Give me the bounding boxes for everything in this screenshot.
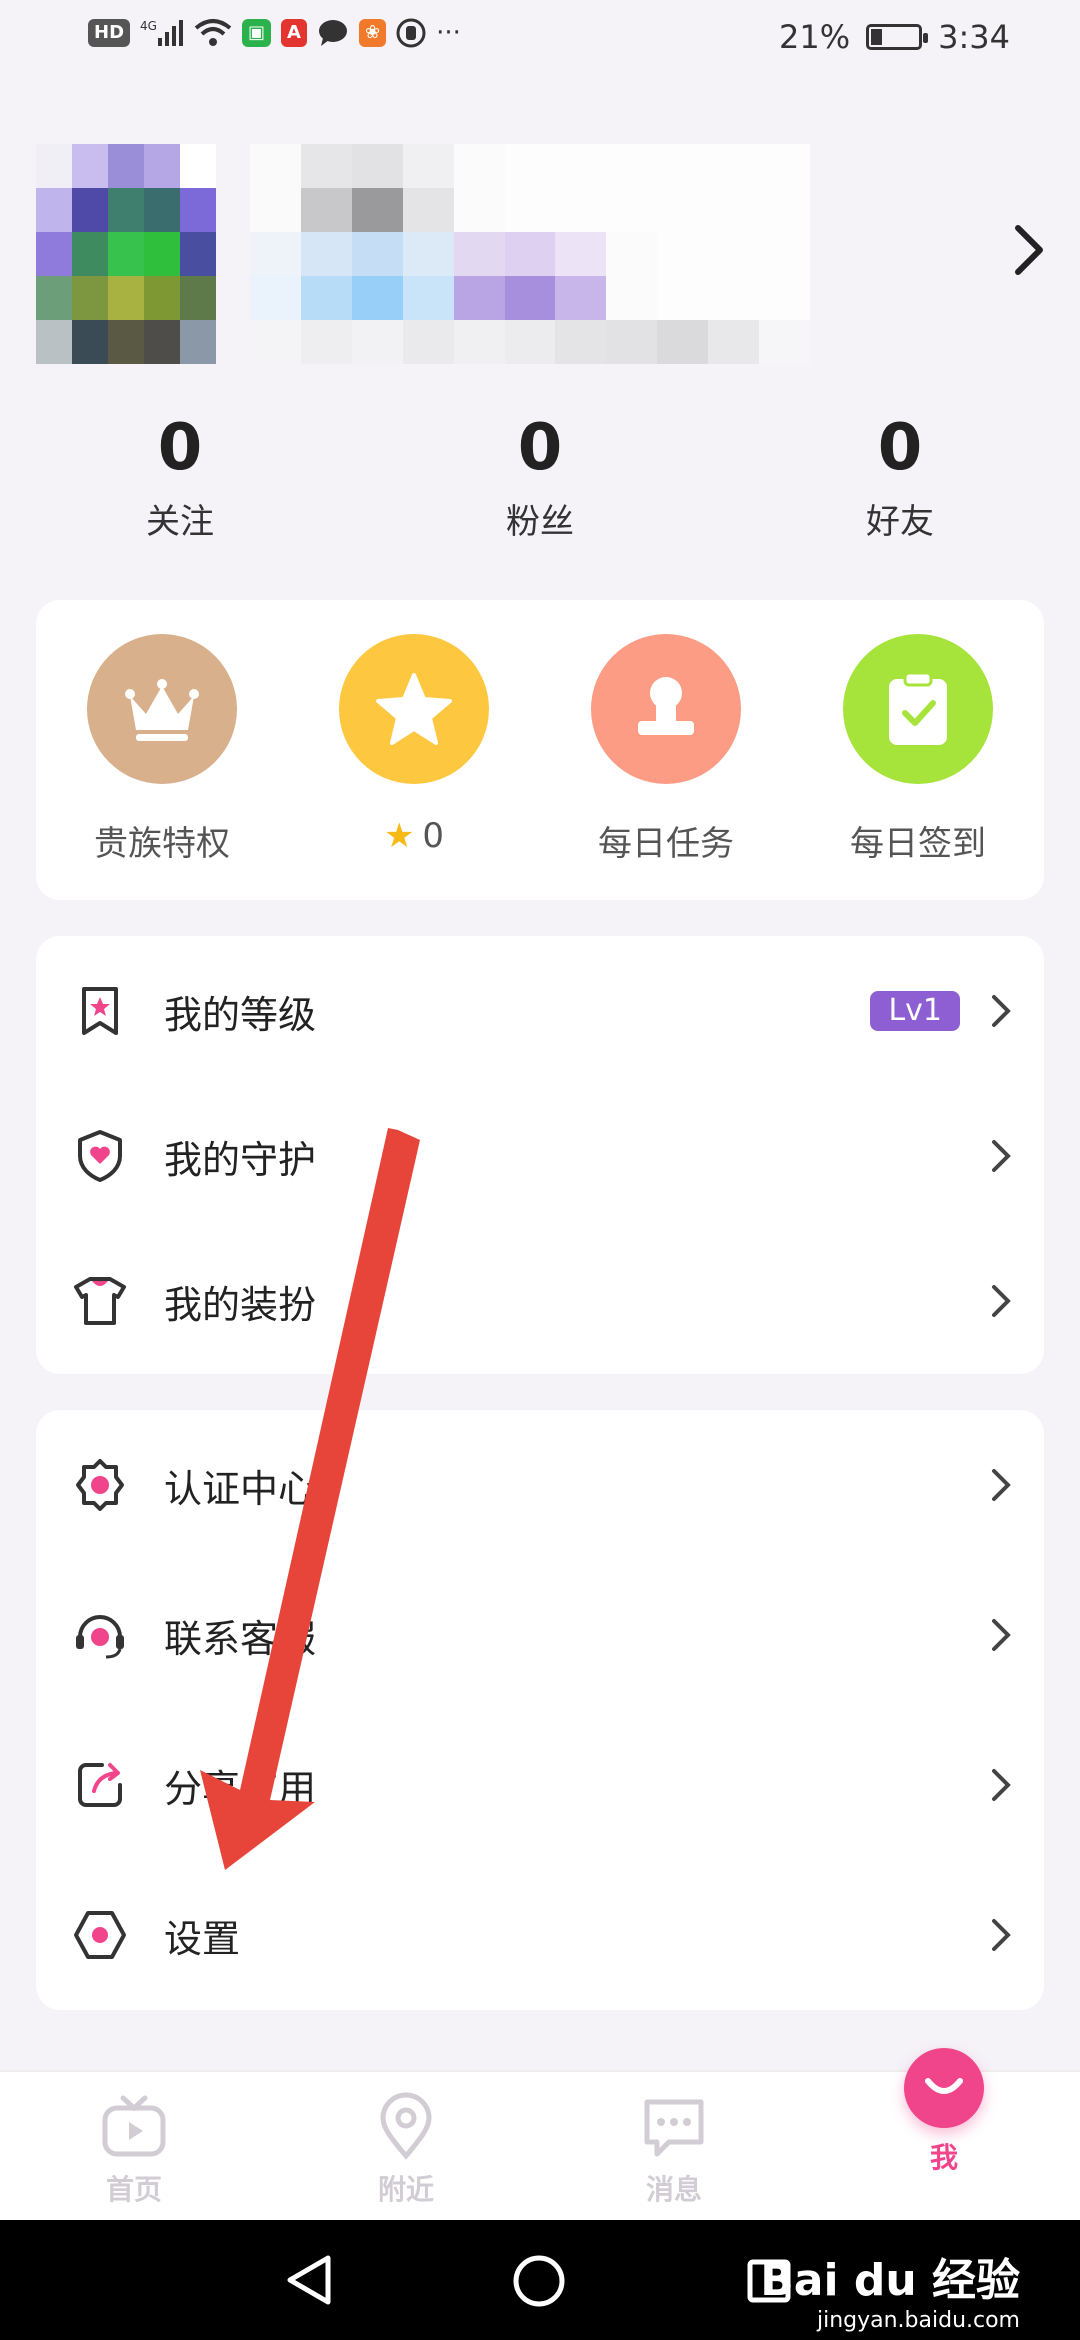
app-icon-orange: ❀ [358,19,387,47]
shirt-icon [74,1277,126,1325]
chevron-right-icon [992,1919,1011,1951]
menu-label: 分享应用 [164,1766,317,1811]
chat-bubble-icon [644,2099,704,2157]
chevron-right-icon[interactable] [1008,222,1048,278]
menu-label: 认证中心 [164,1466,317,1511]
stat-friends[interactable]: 0 好友 [800,408,1000,543]
more-indicator: ··· [436,18,461,48]
quick-actions-card: 贵族特权 ★ 0 每日任务 每日签到 [36,600,1044,900]
stat-label: 好友 [866,502,934,542]
app-icon-red: A [281,19,307,47]
battery-fill [871,29,882,45]
quick-action-daily-checkin[interactable]: 每日签到 [818,634,1018,865]
bookmark-star-icon [82,987,118,1035]
headset-icon [76,1615,124,1659]
crown-icon [87,634,237,784]
chat-icon [318,20,347,46]
menu-label: 联系客服 [164,1616,317,1661]
star-icon [339,634,489,784]
quick-action-daily-tasks[interactable]: 每日任务 [566,634,766,865]
nav-home[interactable]: 首页 [64,2092,204,2208]
quick-action-label: 每日任务 [598,824,734,864]
nav-label: 首页 [105,2173,162,2206]
clock: 3:34 [938,18,1010,56]
hand-icon [396,18,426,48]
menu-label: 我的守护 [164,1137,317,1182]
stat-label: 关注 [146,502,214,542]
stat-following[interactable]: 0 关注 [80,408,280,543]
quick-action-nobility[interactable]: 贵族特权 [62,634,262,865]
menu-item-my-outfit[interactable]: 我的装扮 [36,1226,1044,1376]
profile-name-obscured [250,144,810,364]
app-icon-green: ▣ [242,19,272,47]
level-badge: Lv1 [870,991,960,1031]
chevron-right-icon [992,1285,1011,1317]
bottom-nav: 首页 附近 消息 我 [0,2048,1080,2222]
nav-messages[interactable]: 消息 [604,2092,744,2208]
watermark-url: jingyan.baidu.com [816,2308,1020,2333]
chevron-right-icon [992,1769,1011,1801]
stamp-icon [591,634,741,784]
quick-action-label-wrap: ★ 0 [314,816,514,856]
stat-count: 0 [877,411,923,485]
tv-icon [102,2095,166,2157]
watermark-brand: Bai du 经验 [760,2255,1020,2306]
menu-item-verification[interactable]: 认证中心 [36,1410,1044,1560]
nav-label: 我 [929,2141,958,2174]
svg-text:4G: 4G [140,19,157,33]
watermark: Bai du 经验 jingyan.baidu.com [760,2244,1020,2333]
home-circle-icon[interactable] [512,2254,566,2308]
badge-gear-icon [76,1459,124,1511]
menu-item-share-app[interactable]: 分享应用 [36,1710,1044,1860]
chevron-right-icon [992,1619,1011,1651]
smile-icon [904,2048,984,2128]
battery-icon [866,24,929,50]
status-right: 21% 3:34 [779,18,1010,56]
menu-item-my-level[interactable]: 我的等级 Lv1 [36,936,1044,1086]
quick-action-label: 0 [422,816,445,856]
stats-row: 0 关注 0 粉丝 0 好友 [0,408,1080,548]
quick-action-label: 每日签到 [850,824,986,864]
nav-me[interactable]: 我 [874,2048,1014,2176]
stat-fans[interactable]: 0 粉丝 [440,408,640,543]
small-star-icon: ★ [383,816,415,856]
menu-label: 我的等级 [164,992,317,1037]
chevron-right-icon [992,1140,1011,1172]
shield-heart-icon [78,1130,122,1182]
wifi-icon [194,19,232,46]
signal-4g-icon: 4G [140,19,184,46]
chevron-right-icon [992,995,1011,1027]
stat-count: 0 [517,411,563,485]
menu-label: 设置 [164,1916,241,1961]
nav-label: 消息 [645,2173,702,2206]
quick-action-label: 贵族特权 [94,824,230,864]
chevron-right-icon [992,1469,1011,1501]
share-icon [78,1763,122,1807]
back-icon[interactable] [284,2254,334,2306]
menu-card-2: 认证中心 联系客服 分享应用 设置 [36,1410,1044,2010]
stat-label: 粉丝 [506,502,574,542]
menu-item-settings[interactable]: 设置 [36,1860,1044,2010]
nav-nearby[interactable]: 附近 [336,2092,476,2208]
battery-percent: 21% [779,18,851,56]
profile-header[interactable] [0,130,1080,380]
quick-action-stars[interactable]: ★ 0 [314,634,514,856]
hexagon-settings-icon [74,1911,126,1959]
status-icons: HD 4G ▣ A ❀ ··· [88,18,461,48]
stat-count: 0 [157,411,203,485]
menu-card-1: 我的等级 Lv1 我的守护 我的装扮 [36,936,1044,1374]
status-bar: HD 4G ▣ A ❀ ··· 21% 3:34 [0,0,1080,84]
nav-label: 附近 [377,2173,434,2206]
menu-item-my-guard[interactable]: 我的守护 [36,1081,1044,1231]
menu-item-customer-service[interactable]: 联系客服 [36,1560,1044,1710]
menu-label: 我的装扮 [164,1282,317,1327]
hd-icon: HD [88,19,131,47]
clipboard-check-icon [843,634,993,784]
location-pin-icon [380,2092,432,2160]
avatar[interactable] [36,144,216,364]
system-nav-bar: Bai du 经验 jingyan.baidu.com [0,2220,1080,2340]
